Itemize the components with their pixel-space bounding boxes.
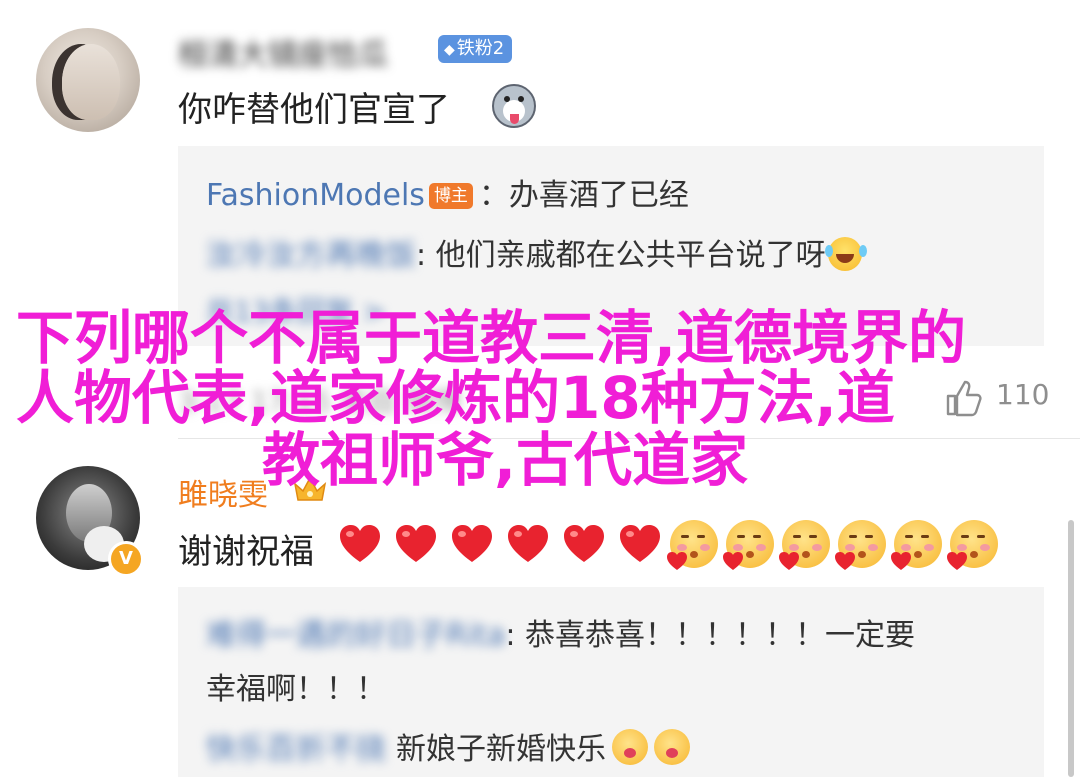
blowing-kiss-icon [891,520,942,570]
heart-icon [508,525,548,562]
diamond-icon: ◆ [444,42,455,58]
blowing-kiss-icon [779,520,830,570]
avatar-portrait [62,44,120,120]
scrollbar[interactable] [1068,520,1074,777]
like-count: 110 [996,378,1050,411]
kiss-faces-row [667,520,998,570]
reply-row[interactable]: 快乐百折不挠 新娘子新婚快乐 [206,724,690,768]
hearts-row [336,520,664,568]
overlay-headline-line: 下列哪个不属于道教三清,道德境界的 [16,304,967,372]
reply-text: : 他们亲戚都在公共平台说了呀 [416,238,826,273]
reply-text: ：办喜酒了已经 [478,178,689,213]
reply-row[interactable]: 难得一遇的好日子Rita: 恭喜恭喜！！！！！！一定要 [206,610,915,654]
reply-row[interactable]: FashionModels 博主 ：办喜酒了已经 [206,170,689,214]
reply-row[interactable]: 汝冷汝方再晚饭: 他们亲戚都在公共平台说了呀 [206,230,862,274]
reply-text: 新娘子新婚快乐 [396,732,606,767]
laughing-tears-icon [824,237,862,271]
heart-icon [452,525,492,562]
author-badge: 博主 [428,183,473,209]
reply-text-continued: 幸福啊！！！ [206,672,386,707]
reply-author[interactable]: 难得一遇的好日子Rita [206,618,505,653]
verified-badge-icon: V [108,541,144,577]
comment2-text: 谢谢祝福 [178,532,314,572]
comment2-username[interactable]: 雎晓雯 [178,470,268,514]
fan-badge[interactable]: ◆ 铁粉2 [438,35,513,63]
blowing-kiss-icon [835,520,886,570]
kissing-face-icon [612,729,648,765]
comment1-username[interactable]: 桓清大镜座恰瓜 [178,30,388,74]
thumbs-up-icon[interactable] [944,378,984,418]
kissing-face-icon [654,729,690,765]
dog-face-icon [492,84,536,128]
comment1-text: 你咋替他们官宣了 [178,90,450,130]
blowing-kiss-icon [723,520,774,570]
page: 桓清大镜座恰瓜 ◆ 铁粉2 你咋替他们官宣了 FashionModels 博主 ：办喜… [0,0,1080,777]
overlay-headline-line: 人物代表,道家修炼的18种方法,道 [16,364,895,432]
blowing-kiss-icon [947,520,998,570]
blowing-kiss-icon [667,520,718,570]
reply-author[interactable]: FashionModels [206,178,425,213]
avatar[interactable] [36,28,140,132]
heart-icon [620,525,660,562]
reply-author[interactable]: 快乐百折不挠 [206,732,386,767]
reply-text: : 恭喜恭喜！！！！！！一定要 [505,618,915,653]
overlay-headline-line: 教祖师爷,古代道家 [262,426,749,494]
fan-badge-label: 铁粉2 [456,38,505,59]
reply-author[interactable]: 汝冷汝方再晚饭 [206,238,416,273]
heart-icon [564,525,604,562]
heart-icon [340,525,380,562]
heart-icon [396,525,436,562]
